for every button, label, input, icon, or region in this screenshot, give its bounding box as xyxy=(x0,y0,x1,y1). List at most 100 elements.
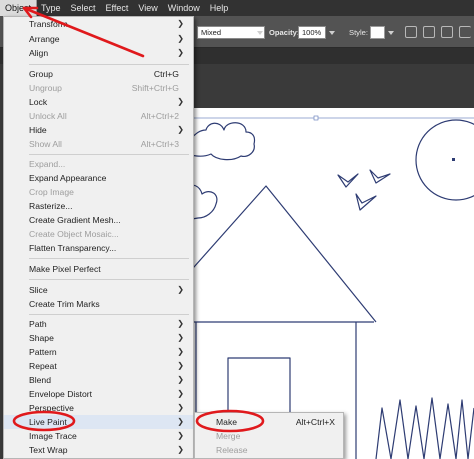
style-dropdown-icon[interactable] xyxy=(388,31,394,35)
live-paint-submenu: Make Alt+Ctrl+X Merge Release xyxy=(194,412,344,459)
menu-item-shortcut: Alt+Ctrl+X xyxy=(295,417,335,427)
menu-item-ungroup[interactable]: Ungroup Shift+Ctrl+G xyxy=(4,81,193,95)
menu-item-label: Expand... xyxy=(29,159,66,169)
isolate-icon[interactable] xyxy=(459,26,471,38)
menu-item-arrange[interactable]: Arrange ❯ xyxy=(4,32,193,46)
menu-item-lock[interactable]: Lock ❯ xyxy=(4,95,193,109)
blend-mode-value: Mixed xyxy=(201,28,222,37)
menu-item-label: Image Trace xyxy=(29,431,77,441)
menu-item-perspective[interactable]: Perspective ❯ xyxy=(4,401,193,415)
chevron-right-icon: ❯ xyxy=(177,389,184,398)
menu-item-label: Create Gradient Mesh... xyxy=(29,215,121,225)
menu-item-create-trim-marks[interactable]: Create Trim Marks xyxy=(4,297,193,311)
menu-separator xyxy=(29,279,189,280)
bird-shape xyxy=(369,169,391,184)
menu-item-label: Align xyxy=(29,48,49,58)
chevron-right-icon: ❯ xyxy=(177,125,184,134)
house-roof xyxy=(186,185,377,323)
menu-item-label: Perspective xyxy=(29,403,74,413)
recolor-icon[interactable] xyxy=(405,26,417,38)
menu-object[interactable]: Object xyxy=(0,0,38,17)
menu-help[interactable]: Help xyxy=(205,0,234,16)
menu-item-label: Expand Appearance xyxy=(29,173,107,183)
menu-item-expand[interactable]: Expand... xyxy=(4,157,193,171)
menu-select[interactable]: Select xyxy=(66,0,101,16)
menu-item-label: Release xyxy=(216,445,248,455)
opacity-label: Opacity: xyxy=(269,28,300,37)
opacity-input[interactable]: 100% xyxy=(298,26,326,39)
opacity-value: 100% xyxy=(302,28,322,37)
menu-item-shortcut: Alt+Ctrl+3 xyxy=(140,139,179,149)
chevron-right-icon: ❯ xyxy=(177,97,184,106)
menu-item-make[interactable]: Make Alt+Ctrl+X xyxy=(195,415,343,429)
sun-circle xyxy=(415,119,474,201)
menu-item-image-trace[interactable]: Image Trace ❯ xyxy=(4,429,193,443)
graphic-style-swatch[interactable] xyxy=(370,26,385,39)
menu-item-crop-image[interactable]: Crop Image xyxy=(4,185,193,199)
menu-item-label: Make xyxy=(216,417,238,427)
menu-separator xyxy=(29,314,189,315)
bird-shape xyxy=(337,173,359,188)
selection-handle xyxy=(313,115,319,121)
menu-item-create-gradient-mesh[interactable]: Create Gradient Mesh... xyxy=(4,213,193,227)
menu-window[interactable]: Window xyxy=(163,0,205,16)
menu-item-label: Flatten Transparency... xyxy=(29,243,117,253)
menu-item-label: Path xyxy=(29,319,47,329)
opacity-dropdown-icon[interactable] xyxy=(329,31,335,35)
menu-type[interactable]: Type xyxy=(36,0,66,16)
chevron-right-icon: ❯ xyxy=(177,48,184,57)
menu-separator xyxy=(29,258,189,259)
menu-item-release[interactable]: Release xyxy=(195,443,343,457)
menu-item-hide[interactable]: Hide ❯ xyxy=(4,123,193,137)
chevron-right-icon: ❯ xyxy=(177,431,184,440)
artboard[interactable] xyxy=(186,108,474,459)
menu-item-show-all[interactable]: Show All Alt+Ctrl+3 xyxy=(4,137,193,151)
menu-item-label: Live Paint xyxy=(29,417,67,427)
menu-item-blend[interactable]: Blend ❯ xyxy=(4,373,193,387)
menu-item-label: Rasterize... xyxy=(29,201,73,211)
menu-item-label: Unlock All xyxy=(29,111,67,121)
menu-item-label: Ungroup xyxy=(29,83,62,93)
menu-item-path[interactable]: Path ❯ xyxy=(4,317,193,331)
chevron-right-icon: ❯ xyxy=(177,285,184,294)
menu-item-create-object-mosaic[interactable]: Create Object Mosaic... xyxy=(4,227,193,241)
menu-item-live-paint[interactable]: Live Paint ❯ xyxy=(4,415,193,429)
blend-mode-select[interactable]: Mixed xyxy=(197,26,265,39)
chevron-right-icon: ❯ xyxy=(177,403,184,412)
menu-item-pattern[interactable]: Pattern ❯ xyxy=(4,345,193,359)
menu-item-label: Text Wrap xyxy=(29,445,68,455)
menu-effect[interactable]: Effect xyxy=(101,0,134,16)
menu-item-text-wrap[interactable]: Text Wrap ❯ xyxy=(4,443,193,457)
menu-item-label: Slice xyxy=(29,285,48,295)
menu-item-envelope-distort[interactable]: Envelope Distort ❯ xyxy=(4,387,193,401)
menu-item-repeat[interactable]: Repeat ❯ xyxy=(4,359,193,373)
grass-shape xyxy=(375,397,474,459)
menu-item-align[interactable]: Align ❯ xyxy=(4,46,193,60)
chevron-right-icon: ❯ xyxy=(177,34,184,43)
menu-item-shortcut: Shift+Ctrl+G xyxy=(131,83,179,93)
menu-item-shortcut: Alt+Ctrl+2 xyxy=(140,111,179,121)
menu-view[interactable]: View xyxy=(133,0,162,16)
menu-item-expand-appearance[interactable]: Expand Appearance xyxy=(4,171,193,185)
menu-item-label: Create Object Mosaic... xyxy=(29,229,119,239)
cloud-shape xyxy=(186,122,256,161)
align-icon[interactable] xyxy=(423,26,435,38)
menu-item-flatten-transparency[interactable]: Flatten Transparency... xyxy=(4,241,193,255)
menu-item-make-pixel-perfect[interactable]: Make Pixel Perfect xyxy=(4,262,193,276)
menu-item-rasterize[interactable]: Rasterize... xyxy=(4,199,193,213)
menu-item-label: Crop Image xyxy=(29,187,74,197)
chevron-down-icon[interactable] xyxy=(257,31,263,35)
menu-item-slice[interactable]: Slice ❯ xyxy=(4,283,193,297)
transform-icon[interactable] xyxy=(441,26,453,38)
chevron-right-icon: ❯ xyxy=(177,319,184,328)
chevron-right-icon: ❯ xyxy=(177,375,184,384)
menu-item-unlock-all[interactable]: Unlock All Alt+Ctrl+2 xyxy=(4,109,193,123)
menu-item-label: Pattern xyxy=(29,347,57,357)
chevron-right-icon: ❯ xyxy=(177,445,184,454)
menu-separator xyxy=(29,154,189,155)
menu-item-group[interactable]: Group Ctrl+G xyxy=(4,67,193,81)
menu-bar: Object Type Select Effect View Window He… xyxy=(0,0,474,17)
menu-item-transform[interactable]: Transform ❯ xyxy=(4,17,193,31)
menu-item-merge[interactable]: Merge xyxy=(195,429,343,443)
menu-item-shape[interactable]: Shape ❯ xyxy=(4,331,193,345)
